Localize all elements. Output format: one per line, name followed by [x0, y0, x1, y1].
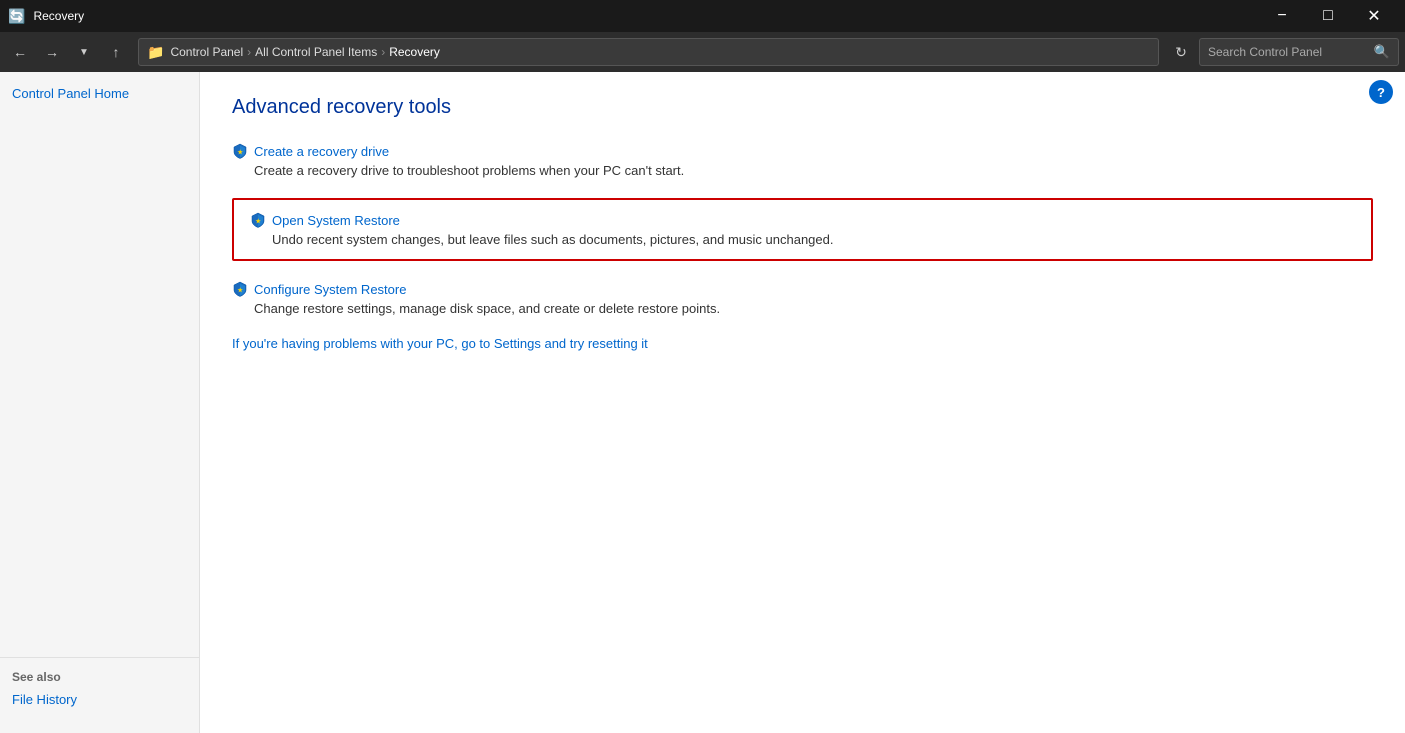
open-system-restore-item: ★ Open System Restore Undo recent system…: [232, 198, 1373, 261]
minimize-button[interactable]: −: [1259, 0, 1305, 32]
shield-icon-system-restore: ★: [250, 212, 266, 228]
shield-icon-recovery-drive: ★: [232, 143, 248, 159]
refresh-button[interactable]: ↻: [1167, 38, 1195, 66]
open-system-restore-link-text: Open System Restore: [272, 213, 400, 228]
control-panel-home-link[interactable]: Control Panel Home: [12, 84, 187, 103]
settings-reset-link[interactable]: If you're having problems with your PC, …: [232, 336, 1373, 351]
title-bar: 🔄 Recovery − □ ✕: [0, 0, 1405, 32]
main-area: Control Panel Home See also File History…: [0, 72, 1405, 733]
folder-icon: 📁: [147, 44, 164, 61]
sidebar-bottom: See also File History: [0, 657, 199, 721]
forward-button[interactable]: →: [38, 38, 66, 66]
configure-system-restore-item: ★ Configure System Restore Change restor…: [232, 281, 1373, 316]
recovery-drive-link[interactable]: ★ Create a recovery drive: [232, 143, 1373, 159]
search-placeholder: Search Control Panel: [1208, 45, 1368, 59]
file-history-link[interactable]: File History: [12, 690, 187, 709]
recovery-drive-link-text: Create a recovery drive: [254, 144, 389, 159]
title-bar-controls: − □ ✕: [1259, 0, 1397, 32]
title-bar-left: 🔄 Recovery: [8, 8, 84, 25]
breadcrumb-recovery[interactable]: Recovery: [389, 45, 440, 59]
page-title: Advanced recovery tools: [232, 96, 1373, 119]
app-icon: 🔄: [8, 8, 25, 25]
see-also-heading: See also: [12, 670, 187, 684]
search-box[interactable]: Search Control Panel 🔍: [1199, 38, 1399, 66]
svg-text:★: ★: [256, 218, 262, 225]
breadcrumb[interactable]: 📁 Control Panel › All Control Panel Item…: [138, 38, 1159, 66]
content-area: ? Advanced recovery tools ★ Create a rec…: [200, 72, 1405, 733]
configure-system-restore-link-text: Configure System Restore: [254, 282, 406, 297]
maximize-button[interactable]: □: [1305, 0, 1351, 32]
up-button[interactable]: ↑: [102, 38, 130, 66]
svg-text:★: ★: [238, 287, 244, 294]
recent-locations-button[interactable]: ▼: [70, 38, 98, 66]
configure-system-restore-description: Change restore settings, manage disk spa…: [254, 301, 1373, 316]
shield-icon-configure: ★: [232, 281, 248, 297]
sidebar-top: Control Panel Home: [0, 84, 199, 657]
breadcrumb-control-panel[interactable]: Control Panel: [170, 45, 243, 59]
open-system-restore-description: Undo recent system changes, but leave fi…: [272, 232, 1355, 247]
close-button[interactable]: ✕: [1351, 0, 1397, 32]
svg-text:★: ★: [238, 149, 244, 156]
configure-system-restore-link[interactable]: ★ Configure System Restore: [232, 281, 1373, 297]
recovery-drive-description: Create a recovery drive to troubleshoot …: [254, 163, 1373, 178]
recovery-drive-item: ★ Create a recovery drive Create a recov…: [232, 143, 1373, 178]
back-button[interactable]: ←: [6, 38, 34, 66]
window-title: Recovery: [33, 9, 84, 23]
search-icon[interactable]: 🔍: [1374, 44, 1390, 60]
address-bar: ← → ▼ ↑ 📁 Control Panel › All Control Pa…: [0, 32, 1405, 72]
breadcrumb-all-items[interactable]: All Control Panel Items: [255, 45, 377, 59]
sidebar: Control Panel Home See also File History: [0, 72, 200, 733]
open-system-restore-link[interactable]: ★ Open System Restore: [250, 212, 1355, 228]
help-button[interactable]: ?: [1369, 80, 1393, 104]
